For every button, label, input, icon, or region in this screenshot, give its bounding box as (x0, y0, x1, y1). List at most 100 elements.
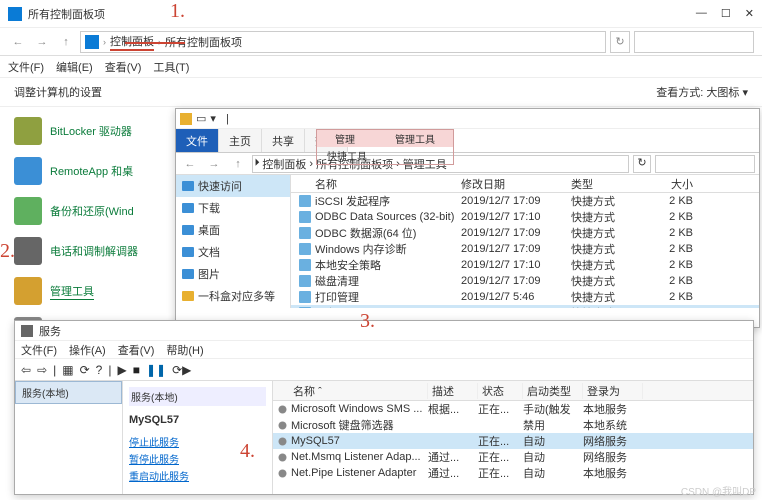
tool-restart[interactable]: ⟳▶ (172, 363, 191, 377)
menu-file[interactable]: 文件(F) (21, 342, 57, 358)
service-name: Microsoft Windows SMS ... (291, 403, 422, 415)
maximize-button[interactable]: ☐ (721, 7, 731, 20)
cp-icon (85, 35, 99, 49)
sidebar-item[interactable]: 图片 (176, 263, 290, 285)
menu-action[interactable]: 操作(A) (69, 342, 106, 358)
service-row[interactable]: Microsoft 键盘筛选器禁用本地系统 (273, 417, 753, 433)
tool-pause[interactable]: ❚❚ (146, 363, 166, 377)
col-name[interactable]: 名称 ˆ (273, 383, 428, 399)
menu-file[interactable]: 文件(F) (8, 59, 44, 75)
qa-item[interactable]: ▭ (196, 112, 206, 125)
search-input[interactable] (655, 155, 755, 173)
col-name[interactable]: 名称 (291, 176, 461, 192)
col-logon[interactable]: 登录为 (583, 383, 643, 399)
file-name: 服务 (315, 305, 337, 308)
breadcrumb-item[interactable]: 所有控制面板项 (165, 34, 242, 50)
col-date[interactable]: 修改日期 (461, 176, 571, 192)
file-row[interactable]: ODBC Data Sources (32-bit)2019/12/7 17:1… (291, 209, 759, 225)
sidebar-label: 快速访问 (198, 178, 242, 194)
file-row[interactable]: 磁盘清理2019/12/7 17:09快捷方式2 KB (291, 273, 759, 289)
win1-title: 所有控制面板项 (28, 6, 696, 22)
file-type: 快捷方式 (571, 257, 651, 273)
sidebar-item[interactable]: 桌面 (176, 219, 290, 241)
search-input[interactable] (634, 31, 754, 53)
file-size: 2 KB (651, 211, 701, 223)
file-name: iSCSI 发起程序 (315, 193, 390, 209)
nav-up-button[interactable]: ↑ (56, 32, 76, 52)
col-desc[interactable]: 描述 (428, 383, 478, 399)
service-row[interactable]: Net.Msmq Listener Adap...通过...正在...自动网络服… (273, 449, 753, 465)
menu-help[interactable]: 帮助(H) (166, 342, 203, 358)
service-row[interactable]: Net.Pipe Listener Adapter通过...正在...自动本地服… (273, 465, 753, 481)
file-type: 快捷方式 (571, 209, 651, 225)
service-row[interactable]: Microsoft Windows SMS ...根据...正在...手动(触发… (273, 401, 753, 417)
tab-home[interactable]: 主页 (219, 129, 262, 152)
gear-icon (277, 452, 288, 463)
close-button[interactable]: ✕ (745, 7, 754, 20)
file-row[interactable]: 服务2019/12/7 17:09快捷方式2 KB (291, 305, 759, 308)
sidebar-item[interactable]: 快速访问 (176, 175, 290, 197)
tool-fwd[interactable]: ⇨ (37, 363, 47, 377)
breadcrumb-item[interactable]: 控制面板 (110, 33, 154, 51)
ctx-tab-shortcut[interactable]: 快捷工具 (317, 147, 377, 164)
sidebar-item[interactable]: 一科盒对应多等 (176, 307, 290, 308)
menu-edit[interactable]: 编辑(E) (56, 59, 93, 75)
col-startup[interactable]: 启动类型 (523, 383, 583, 399)
file-row[interactable]: ODBC 数据源(64 位)2019/12/7 17:09快捷方式2 KB (291, 225, 759, 241)
service-status: 正在... (478, 433, 523, 449)
refresh-button[interactable]: ↻ (633, 155, 651, 173)
file-row[interactable]: 本地安全策略2019/12/7 17:10快捷方式2 KB (291, 257, 759, 273)
tool-back[interactable]: ⇦ (21, 363, 31, 377)
col-type[interactable]: 类型 (571, 176, 651, 192)
view-mode-dropdown[interactable]: 大图标 ▾ (706, 87, 748, 99)
menu-view[interactable]: 查看(V) (105, 59, 142, 75)
file-row[interactable]: 打印管理2019/12/7 5:46快捷方式2 KB (291, 289, 759, 305)
breadcrumb-item[interactable]: 控制面板 (262, 156, 306, 172)
action-restart[interactable]: 重启动此服务 (129, 468, 266, 483)
shortcut-icon (299, 259, 311, 271)
nav-back-button[interactable]: ← (8, 32, 28, 52)
win3-menubar: 文件(F) 操作(A) 查看(V) 帮助(H) (15, 341, 753, 359)
tab-file[interactable]: 文件 (176, 129, 219, 152)
qa-item[interactable]: ▾ (210, 112, 216, 125)
file-row[interactable]: Windows 内存诊断2019/12/7 17:09快捷方式2 KB (291, 241, 759, 257)
col-size[interactable]: 大小 (651, 176, 701, 192)
refresh-button[interactable]: ↻ (610, 31, 630, 53)
tree-item-services[interactable]: 服务(本地) (15, 381, 122, 404)
tool-stop[interactable]: ■ (133, 363, 140, 377)
service-name: MySQL57 (291, 435, 340, 447)
file-size: 2 KB (651, 243, 701, 255)
folder-icon (182, 202, 194, 214)
detail-title: MySQL57 (129, 414, 266, 426)
nav-back-button[interactable]: ← (180, 154, 200, 174)
cp-item-label: 管理工具 (50, 283, 94, 300)
action-pause[interactable]: 暂停此服务 (129, 451, 266, 466)
address-bar[interactable]: › 控制面板 › 所有控制面板项 (80, 31, 606, 53)
win2-sidebar: 快速访问下载桌面文档图片一科盒对应多等一科盒对应多等 (176, 175, 291, 308)
file-size: 2 KB (651, 195, 701, 207)
menu-view[interactable]: 查看(V) (118, 342, 155, 358)
sidebar-label: 桌面 (198, 222, 220, 238)
tool-props[interactable]: ▦ (62, 363, 73, 377)
tab-share[interactable]: 共享 (262, 129, 305, 152)
col-status[interactable]: 状态 (478, 383, 523, 399)
action-stop[interactable]: 停止此服务 (129, 434, 266, 449)
nav-up-button[interactable]: ↑ (228, 154, 248, 174)
menu-tools[interactable]: 工具(T) (153, 59, 189, 75)
sidebar-label: 下载 (198, 200, 220, 216)
tool-export[interactable]: ? (96, 363, 103, 377)
file-size: 2 KB (651, 291, 701, 303)
minimize-button[interactable]: — (696, 7, 707, 20)
folder-icon (182, 246, 194, 258)
nav-fwd-button[interactable]: → (32, 32, 52, 52)
sidebar-label: 文档 (198, 244, 220, 260)
nav-fwd-button[interactable]: → (204, 154, 224, 174)
sidebar-item[interactable]: 文档 (176, 241, 290, 263)
sidebar-item[interactable]: 一科盒对应多等 (176, 285, 290, 307)
service-row[interactable]: MySQL57正在...自动网络服务 (273, 433, 753, 449)
tool-play[interactable]: ▶ (117, 363, 126, 377)
file-row[interactable]: iSCSI 发起程序2019/12/7 17:09快捷方式2 KB (291, 193, 759, 209)
tool-refresh[interactable]: ⟳ (80, 363, 90, 377)
sidebar-item[interactable]: 下载 (176, 197, 290, 219)
view-label: 查看方式: (656, 87, 703, 99)
